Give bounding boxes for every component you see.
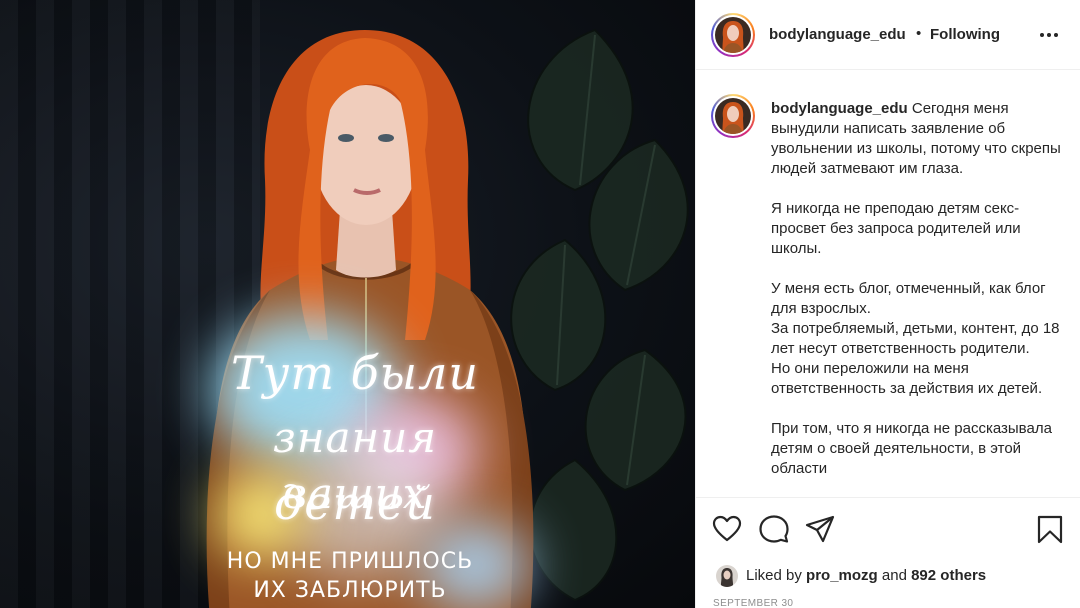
post-caption: bodylanguage_edu Сегодня меня вынудили н… xyxy=(771,99,1066,479)
post-date[interactable]: SEPTEMBER 30 xyxy=(713,598,793,608)
liked-by-label: Liked by xyxy=(746,567,802,584)
overlay-script-line-3: детей xyxy=(274,476,436,530)
liker-avatar[interactable] xyxy=(716,565,738,587)
more-horizontal-icon[interactable] xyxy=(1037,25,1061,45)
overlay-caption-line-1: НО МНЕ ПРИШЛОСЬ xyxy=(226,549,474,574)
caption-avatar[interactable] xyxy=(711,94,755,138)
post-side-panel: bodylanguage_edu • Following bodylanguag… xyxy=(695,0,1080,608)
header-username[interactable]: bodylanguage_edu xyxy=(769,26,906,43)
post-header: bodylanguage_edu • Following xyxy=(696,0,1080,70)
liked-and-label: and xyxy=(881,567,907,584)
caption-line: Но они переложили на меня ответственност… xyxy=(771,360,1043,397)
likes-others-link[interactable]: 892 others xyxy=(911,567,986,584)
post-image[interactable]: Тут были знания ваших детей НО МНЕ ПРИШЛ… xyxy=(0,0,695,608)
comment-icon[interactable] xyxy=(759,514,789,544)
following-button[interactable]: Following xyxy=(930,26,1000,43)
bookmark-icon[interactable] xyxy=(1035,514,1065,544)
liker-username[interactable]: pro_mozg xyxy=(806,567,878,584)
caption-line: У меня есть блог, отмеченный, как блог д… xyxy=(771,280,1046,317)
header-separator: • xyxy=(916,25,922,42)
profile-picture xyxy=(715,98,751,134)
caption-username[interactable]: bodylanguage_edu xyxy=(771,100,908,117)
comments-section[interactable]: bodylanguage_edu Сегодня меня вынудили н… xyxy=(696,71,1080,497)
paper-plane-icon[interactable] xyxy=(805,514,835,544)
caption-line: При том, что я никогда не рассказывала д… xyxy=(771,420,1052,477)
avatar[interactable] xyxy=(711,13,755,57)
overlay-script-line-1: Тут были xyxy=(230,346,480,400)
profile-picture xyxy=(715,17,751,53)
overlay-caption-line-2: ИХ ЗАБЛЮРИТЬ xyxy=(253,578,447,603)
caption-line: Я никогда не преподаю детям секс-просвет… xyxy=(771,200,1021,257)
caption-line: За потребляемый, детьми, контент, до 18 … xyxy=(771,320,1060,357)
heart-icon[interactable] xyxy=(712,514,742,544)
action-bar: Liked by pro_mozg and 892 others SEPTEMB… xyxy=(696,497,1080,608)
